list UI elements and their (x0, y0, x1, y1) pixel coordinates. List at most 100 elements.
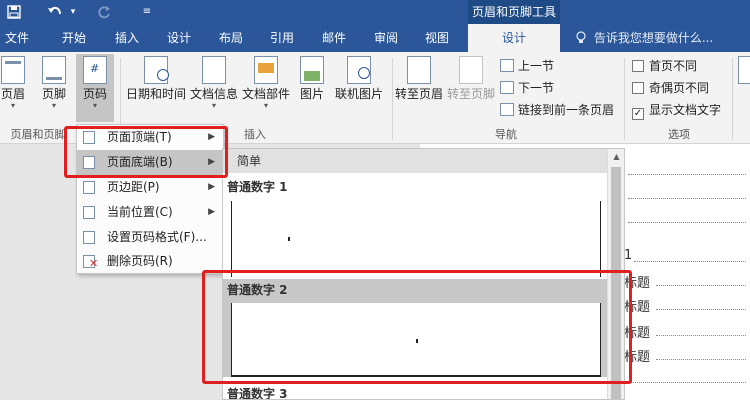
gallery-item-plain-number-1-label[interactable]: 普通数字 1 (223, 176, 607, 198)
format-page-numbers-icon (83, 231, 95, 244)
tab-mailings[interactable]: 邮件 (312, 24, 356, 52)
show-doc-text-checkbox[interactable]: ✓ 显示文档文字 (632, 100, 721, 120)
menu-item-label: 当前位置(C) (107, 205, 173, 219)
tab-design[interactable]: 设计 (157, 24, 201, 52)
tab-home[interactable]: 开始 (52, 24, 96, 52)
goto-footer-button[interactable]: 转至页脚 (446, 56, 496, 102)
footer-button[interactable]: 页脚 ▾ (36, 56, 72, 110)
first-page-different-checkbox[interactable]: 首页不同 (632, 56, 697, 76)
header-button[interactable]: 页眉 ▾ (0, 56, 26, 110)
goto-header-icon (407, 56, 431, 84)
first-page-label: 首页不同 (649, 59, 698, 73)
chevron-down-icon: ▾ (10, 101, 15, 110)
toc-leader (628, 222, 746, 223)
gallery-item-plain-number-1[interactable] (231, 201, 601, 277)
tab-references[interactable]: 引用 (260, 24, 304, 52)
menu-item-format-page-numbers[interactable]: 设置页码格式(F)... (77, 225, 223, 250)
link-previous-label: 链接到前一条页眉 (518, 103, 615, 117)
link-previous-button[interactable]: 链接到前一条页眉 (500, 100, 614, 120)
date-time-label: 日期和时间 (125, 87, 186, 101)
scroll-up-icon[interactable]: ▲ (608, 149, 624, 165)
online-picture-icon (347, 56, 371, 84)
save-icon[interactable] (4, 0, 24, 24)
previous-section-icon (500, 59, 514, 72)
redo-icon[interactable] (94, 0, 114, 24)
odd-even-label: 奇偶页不同 (649, 81, 710, 95)
page-number-mark (288, 237, 290, 241)
menu-item-page-margins[interactable]: 页边距(P) ▶ (77, 175, 223, 200)
undo-dropdown-icon[interactable]: ▾ (68, 0, 78, 24)
tell-me-text: 告诉我您想要做什么... (593, 31, 714, 45)
menu-item-current-position[interactable]: 当前位置(C) ▶ (77, 200, 223, 225)
checkmark-icon: ✓ (632, 108, 644, 120)
doc-parts-button[interactable]: 文档部件 ▾ (240, 56, 292, 110)
footer-icon (42, 56, 66, 84)
chevron-down-icon: ▾ (92, 101, 97, 110)
toc-leader (634, 261, 746, 262)
checkbox-icon (632, 82, 644, 94)
toc-leader (628, 382, 746, 383)
delete-x-icon: ✕ (89, 257, 99, 270)
title-bar: ▾ ≡ 页眉和页脚工具 (0, 0, 750, 24)
picture-button[interactable]: 图片 (296, 56, 328, 102)
submenu-arrow-icon: ▶ (208, 207, 215, 217)
online-picture-label: 联机图片 (334, 87, 383, 101)
customize-qat-icon[interactable]: ≡ (140, 0, 154, 24)
context-tab-title: 页眉和页脚工具 (468, 0, 560, 24)
goto-footer-label: 转至页脚 (446, 87, 495, 101)
submenu-arrow-icon: ▶ (208, 182, 215, 192)
document-parts-icon (254, 56, 278, 84)
tell-me-box[interactable]: 告诉我您想要做什么... (576, 24, 713, 52)
calendar-clock-icon (144, 56, 169, 84)
undo-icon[interactable] (44, 0, 66, 24)
toc-leader (656, 359, 746, 360)
tab-view[interactable]: 视图 (415, 24, 459, 52)
header-icon (1, 56, 25, 84)
prev-section-button[interactable]: 上一节 (500, 56, 554, 76)
menu-item-label: 删除页码(R) (107, 254, 173, 268)
menu-item-label: 页边距(P) (107, 180, 160, 194)
next-section-icon (500, 81, 514, 94)
show-doc-text-label: 显示文档文字 (649, 103, 722, 117)
link-icon (500, 103, 514, 116)
odd-even-different-checkbox[interactable]: 奇偶页不同 (632, 78, 709, 98)
next-section-button[interactable]: 下一节 (500, 78, 554, 98)
next-section-label: 下一节 (518, 81, 555, 95)
menu-item-remove-page-numbers[interactable]: ✕ 删除页码(R) (77, 249, 223, 274)
prev-section-label: 上一节 (518, 59, 555, 73)
date-time-button[interactable]: 日期和时间 (124, 56, 188, 102)
toc-leader (628, 198, 746, 199)
checkbox-icon (632, 60, 644, 72)
toc-leader (656, 309, 746, 310)
group-separator (624, 58, 625, 140)
gallery-item-plain-number-3-label[interactable]: 普通数字 3 (223, 383, 607, 399)
online-picture-button[interactable]: 联机图片 (332, 56, 386, 102)
chevron-down-icon: ▾ (51, 101, 56, 110)
highlight-box-plain-number-2 (202, 270, 632, 384)
page-number-button[interactable]: # 页码 ▾ (76, 54, 114, 122)
goto-header-button[interactable]: 转至页眉 (394, 56, 444, 102)
doc-parts-label: 文档部件 (241, 87, 290, 101)
highlight-box-bottom-of-page (64, 126, 228, 178)
toc-leader (656, 285, 746, 286)
doc-info-button[interactable]: 文档信息 ▾ (188, 56, 240, 110)
goto-header-label: 转至页眉 (394, 87, 443, 101)
group-separator (732, 58, 733, 140)
tab-layout[interactable]: 布局 (209, 24, 253, 52)
current-position-icon (83, 206, 95, 219)
doc-info-label: 文档信息 (189, 87, 238, 101)
picture-label: 图片 (299, 87, 324, 101)
page-number-label: 页码 (82, 87, 107, 101)
toc-line: 1 (624, 248, 633, 263)
toc-leader (656, 335, 746, 336)
ribbon-tab-bar: 文件 开始 插入 设计 布局 引用 邮件 审阅 视图 设计 告诉我您想要做什么.… (0, 24, 750, 52)
tab-header-footer-design[interactable]: 设计 (468, 24, 560, 52)
group-navigation-label: 导航 (495, 128, 517, 141)
tab-review[interactable]: 审阅 (364, 24, 408, 52)
position-group-button[interactable] (738, 56, 750, 86)
position-icon (738, 56, 750, 84)
menu-item-label: 设置页码格式(F)... (107, 230, 207, 244)
tab-file[interactable]: 文件 (0, 24, 34, 52)
tab-insert[interactable]: 插入 (105, 24, 149, 52)
goto-footer-icon (459, 56, 483, 84)
